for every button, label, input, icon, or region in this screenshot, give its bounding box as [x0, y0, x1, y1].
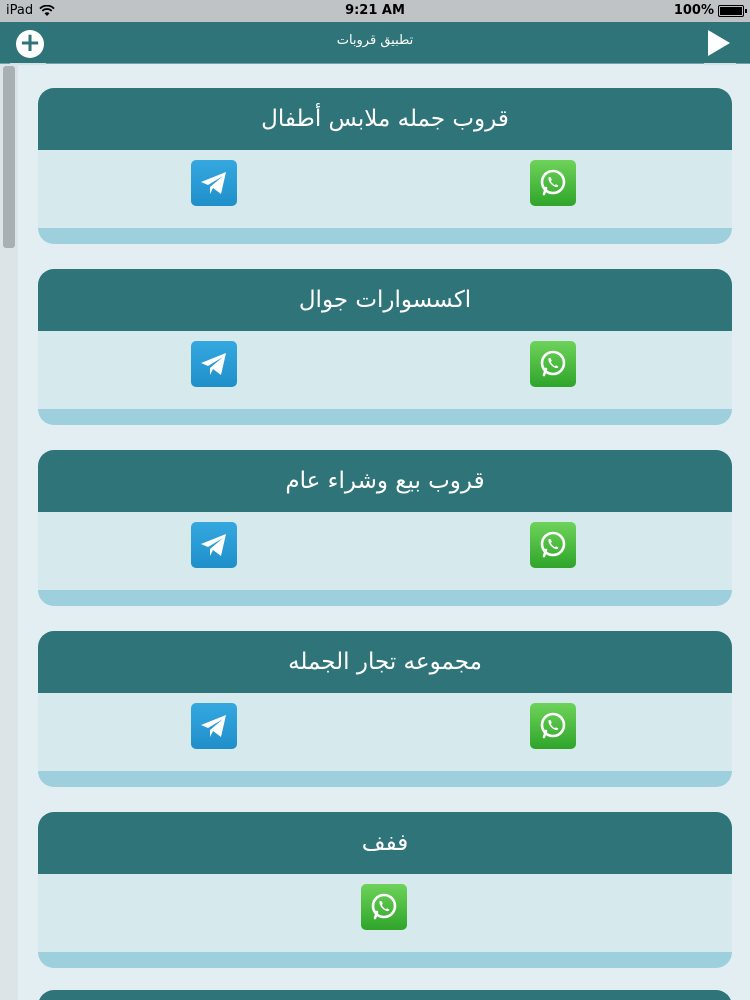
group-title: قروب بيع وشراء عام	[38, 450, 732, 512]
battery-fill	[720, 6, 742, 15]
card-footer	[38, 771, 732, 787]
whatsapp-icon[interactable]	[530, 703, 576, 749]
scrollbar-thumb[interactable]	[3, 66, 15, 248]
telegram-icon[interactable]	[191, 341, 237, 387]
group-links	[38, 693, 732, 771]
battery-percent: 100%	[673, 3, 714, 18]
group-links	[38, 874, 732, 952]
group-list: قروب جمله ملابس أطفال اكسسوارات جوال قرو…	[38, 88, 732, 993]
group-card: قروب بيع وشراء عام	[38, 450, 732, 606]
nav-bar: + تطبيق قروبات	[0, 22, 750, 65]
whatsapp-icon[interactable]	[530, 522, 576, 568]
group-title: قروب جمله ملابس أطفال	[38, 88, 732, 150]
whatsapp-icon[interactable]	[530, 341, 576, 387]
play-button-underline	[704, 63, 736, 65]
group-links	[38, 512, 732, 590]
page-title: تطبيق قروبات	[336, 33, 414, 48]
clock: 9:21 AM	[345, 3, 405, 18]
battery-group: 100%	[673, 3, 747, 18]
group-card: قروب جمله ملابس أطفال	[38, 88, 732, 244]
group-card: ففف	[38, 812, 732, 968]
group-card: اكسسوارات جوال	[38, 269, 732, 425]
card-footer	[38, 590, 732, 606]
card-footer	[38, 952, 732, 968]
whatsapp-icon[interactable]	[361, 884, 407, 930]
card-footer	[38, 228, 732, 244]
status-bar: iPad 9:21 AM 100%	[0, 0, 750, 22]
card-footer	[38, 409, 732, 425]
telegram-icon[interactable]	[191, 703, 237, 749]
group-title: مجموعه تجار الجمله	[38, 631, 732, 693]
play-icon[interactable]	[708, 30, 730, 56]
whatsapp-icon[interactable]	[530, 160, 576, 206]
telegram-icon[interactable]	[191, 160, 237, 206]
group-title: ففف	[38, 812, 732, 874]
group-card: مجموعه تجار الجمله	[38, 631, 732, 787]
battery-icon	[718, 4, 747, 17]
partial-card	[38, 990, 732, 1000]
group-title: اكسسوارات جوال	[38, 269, 732, 331]
telegram-icon[interactable]	[191, 522, 237, 568]
group-links	[38, 331, 732, 409]
group-links	[38, 150, 732, 228]
